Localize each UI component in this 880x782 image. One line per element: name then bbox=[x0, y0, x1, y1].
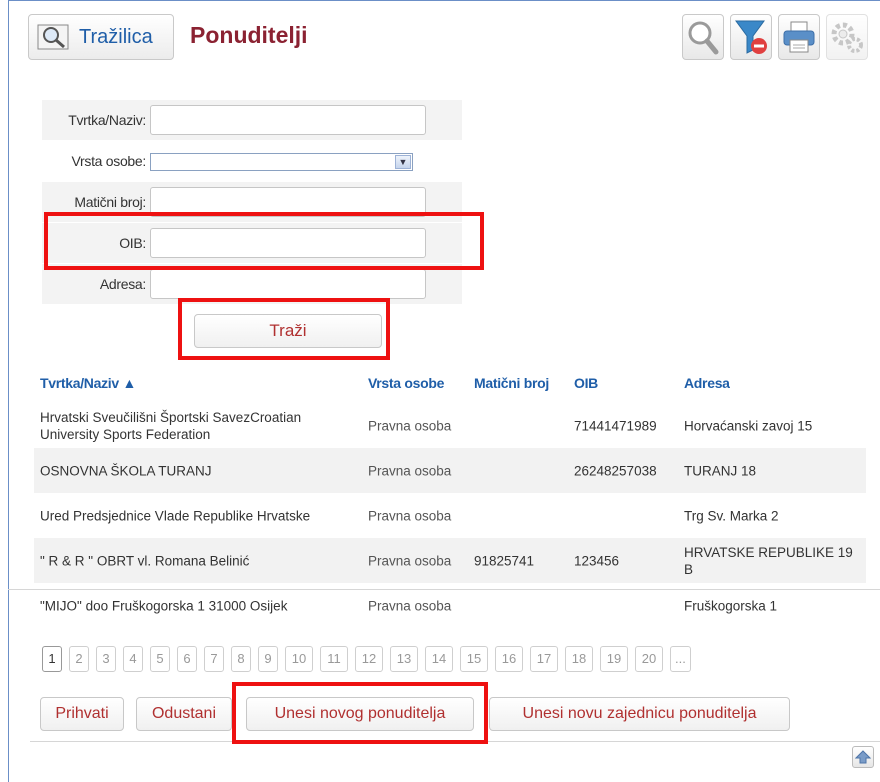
cell-adresa: Fruškogorska 1 bbox=[684, 598, 778, 613]
page-link[interactable]: 7 bbox=[204, 646, 224, 672]
accept-button[interactable]: Prihvati bbox=[40, 697, 124, 731]
page-link[interactable]: 8 bbox=[231, 646, 251, 672]
page-link[interactable]: 5 bbox=[150, 646, 170, 672]
cell-adresa: Trg Sv. Marka 2 bbox=[684, 508, 779, 523]
maticni-broj-label: Matični broj: bbox=[74, 194, 146, 210]
page-link[interactable]: 12 bbox=[355, 646, 383, 672]
toolbar bbox=[682, 14, 868, 60]
page-link[interactable]: 3 bbox=[96, 646, 116, 672]
chevron-down-icon[interactable]: ▼ bbox=[395, 155, 411, 169]
page-link[interactable]: 6 bbox=[177, 646, 197, 672]
search-form: Tvrtka/Naziv: Vrsta osobe: ▼ Matični bro… bbox=[42, 100, 462, 305]
cell-adresa: Horvaćanski zavoj 15 bbox=[684, 418, 813, 433]
search-panel-label: Tražilica bbox=[79, 25, 153, 48]
page-link[interactable]: 20 bbox=[635, 646, 663, 672]
divider bbox=[8, 589, 880, 590]
vrsta-label: Vrsta osobe: bbox=[71, 153, 147, 169]
cell-vrsta: Pravna osoba bbox=[368, 598, 452, 613]
column-header-naziv[interactable]: Tvrtka/Naziv ▲ bbox=[40, 375, 362, 391]
table-header: Tvrtka/Naziv ▲ Vrsta osobe Matični broj … bbox=[34, 363, 866, 403]
cell-vrsta: Pravna osoba bbox=[368, 508, 452, 523]
column-header-oib[interactable]: OIB bbox=[574, 375, 684, 391]
page-link-more[interactable]: ... bbox=[670, 646, 691, 672]
page-link[interactable]: 9 bbox=[258, 646, 278, 672]
adresa-input[interactable] bbox=[150, 269, 426, 299]
cell-vrsta: Pravna osoba bbox=[368, 463, 452, 478]
printer-icon bbox=[783, 21, 815, 53]
adresa-label: Adresa: bbox=[99, 276, 146, 292]
oib-input[interactable] bbox=[150, 228, 426, 258]
page-link[interactable]: 19 bbox=[600, 646, 628, 672]
table-row[interactable]: " R & R " OBRT vl. Romana Belinić Pravna… bbox=[34, 538, 866, 583]
page-link[interactable]: 14 bbox=[425, 646, 453, 672]
page-title: Ponuditelji bbox=[190, 22, 308, 48]
settings-gear-icon bbox=[831, 22, 863, 53]
search-button[interactable]: Traži bbox=[194, 314, 382, 348]
cell-oib: 26248257038 bbox=[574, 463, 657, 478]
new-bidder-group-button[interactable]: Unesi novu zajednicu ponuditelja bbox=[489, 697, 790, 731]
header: Tražilica Ponuditelji bbox=[28, 14, 868, 64]
cell-adresa: TURANJ 18 bbox=[684, 463, 757, 478]
column-header-adresa[interactable]: Adresa bbox=[684, 375, 864, 391]
page-link[interactable]: 17 bbox=[530, 646, 558, 672]
column-header-vrsta[interactable]: Vrsta osobe bbox=[368, 375, 458, 391]
form-row-oib: OIB: bbox=[42, 223, 462, 263]
form-row-naziv: Tvrtka/Naziv: bbox=[42, 100, 462, 140]
magnifier-icon bbox=[37, 24, 69, 50]
filter-remove-icon bbox=[735, 20, 767, 54]
vrsta-select[interactable]: ▼ bbox=[150, 153, 413, 171]
naziv-input[interactable] bbox=[150, 105, 426, 135]
cell-naziv: OSNOVNA ŠKOLA TURANJ bbox=[40, 463, 212, 478]
page-link[interactable]: 4 bbox=[123, 646, 143, 672]
form-row-adresa: Adresa: bbox=[42, 264, 462, 304]
page-link[interactable]: 2 bbox=[69, 646, 89, 672]
table-row[interactable]: Ured Predsjednice Vlade Republike Hrvats… bbox=[34, 493, 866, 538]
search-panel-button[interactable]: Tražilica bbox=[28, 14, 174, 60]
oib-label: OIB: bbox=[119, 235, 146, 251]
scroll-to-top-button[interactable] bbox=[852, 746, 874, 768]
clear-filter-button[interactable] bbox=[730, 14, 772, 60]
column-header-maticni-broj[interactable]: Matični broj bbox=[474, 375, 564, 391]
page-link[interactable]: 1 bbox=[42, 646, 62, 672]
cell-vrsta: Pravna osoba bbox=[368, 553, 452, 568]
page-link[interactable]: 16 bbox=[495, 646, 523, 672]
pagination: 1 2 3 4 5 6 7 8 9 10 11 12 13 14 15 16 1… bbox=[42, 646, 691, 672]
cancel-button[interactable]: Odustani bbox=[136, 697, 232, 731]
page-link[interactable]: 10 bbox=[285, 646, 313, 672]
page-link[interactable]: 11 bbox=[320, 646, 348, 672]
divider bbox=[30, 741, 880, 742]
cell-vrsta: Pravna osoba bbox=[368, 418, 452, 433]
form-row-mb: Matični broj: bbox=[42, 182, 462, 222]
page-link[interactable]: 13 bbox=[390, 646, 418, 672]
cell-naziv: Ured Predsjednice Vlade Republike Hrvats… bbox=[40, 508, 311, 523]
cell-oib: 123456 bbox=[574, 553, 620, 568]
search-icon bbox=[688, 21, 719, 55]
settings-button[interactable] bbox=[826, 14, 868, 60]
cell-naziv: "MIJO" doo Fruškogorska 1 31000 Osijek bbox=[40, 598, 288, 613]
search-tool-button[interactable] bbox=[682, 14, 724, 60]
naziv-label: Tvrtka/Naziv: bbox=[68, 112, 146, 128]
arrow-up-icon bbox=[855, 750, 871, 764]
table-row[interactable]: OSNOVNA ŠKOLA TURANJ Pravna osoba 262482… bbox=[34, 448, 866, 493]
cell-naziv: " R & R " OBRT vl. Romana Belinić bbox=[40, 553, 250, 568]
form-row-vrsta: Vrsta osobe: ▼ bbox=[42, 141, 462, 181]
cell-naziv: Hrvatski Sveučilišni Športski SavezCroat… bbox=[40, 409, 302, 442]
new-bidder-button[interactable]: Unesi novog ponuditelja bbox=[246, 697, 474, 731]
print-button[interactable] bbox=[778, 14, 820, 60]
cell-oib: 71441471989 bbox=[574, 418, 657, 433]
table-row[interactable]: Hrvatski Sveučilišni Športski SavezCroat… bbox=[34, 403, 866, 448]
page-link[interactable]: 18 bbox=[565, 646, 593, 672]
page-link[interactable]: 15 bbox=[460, 646, 488, 672]
maticni-broj-input[interactable] bbox=[150, 187, 426, 217]
cell-adresa: HRVATSKE REPUBLIKE 19 B bbox=[684, 544, 853, 577]
cell-maticni-broj: 91825741 bbox=[474, 553, 535, 568]
